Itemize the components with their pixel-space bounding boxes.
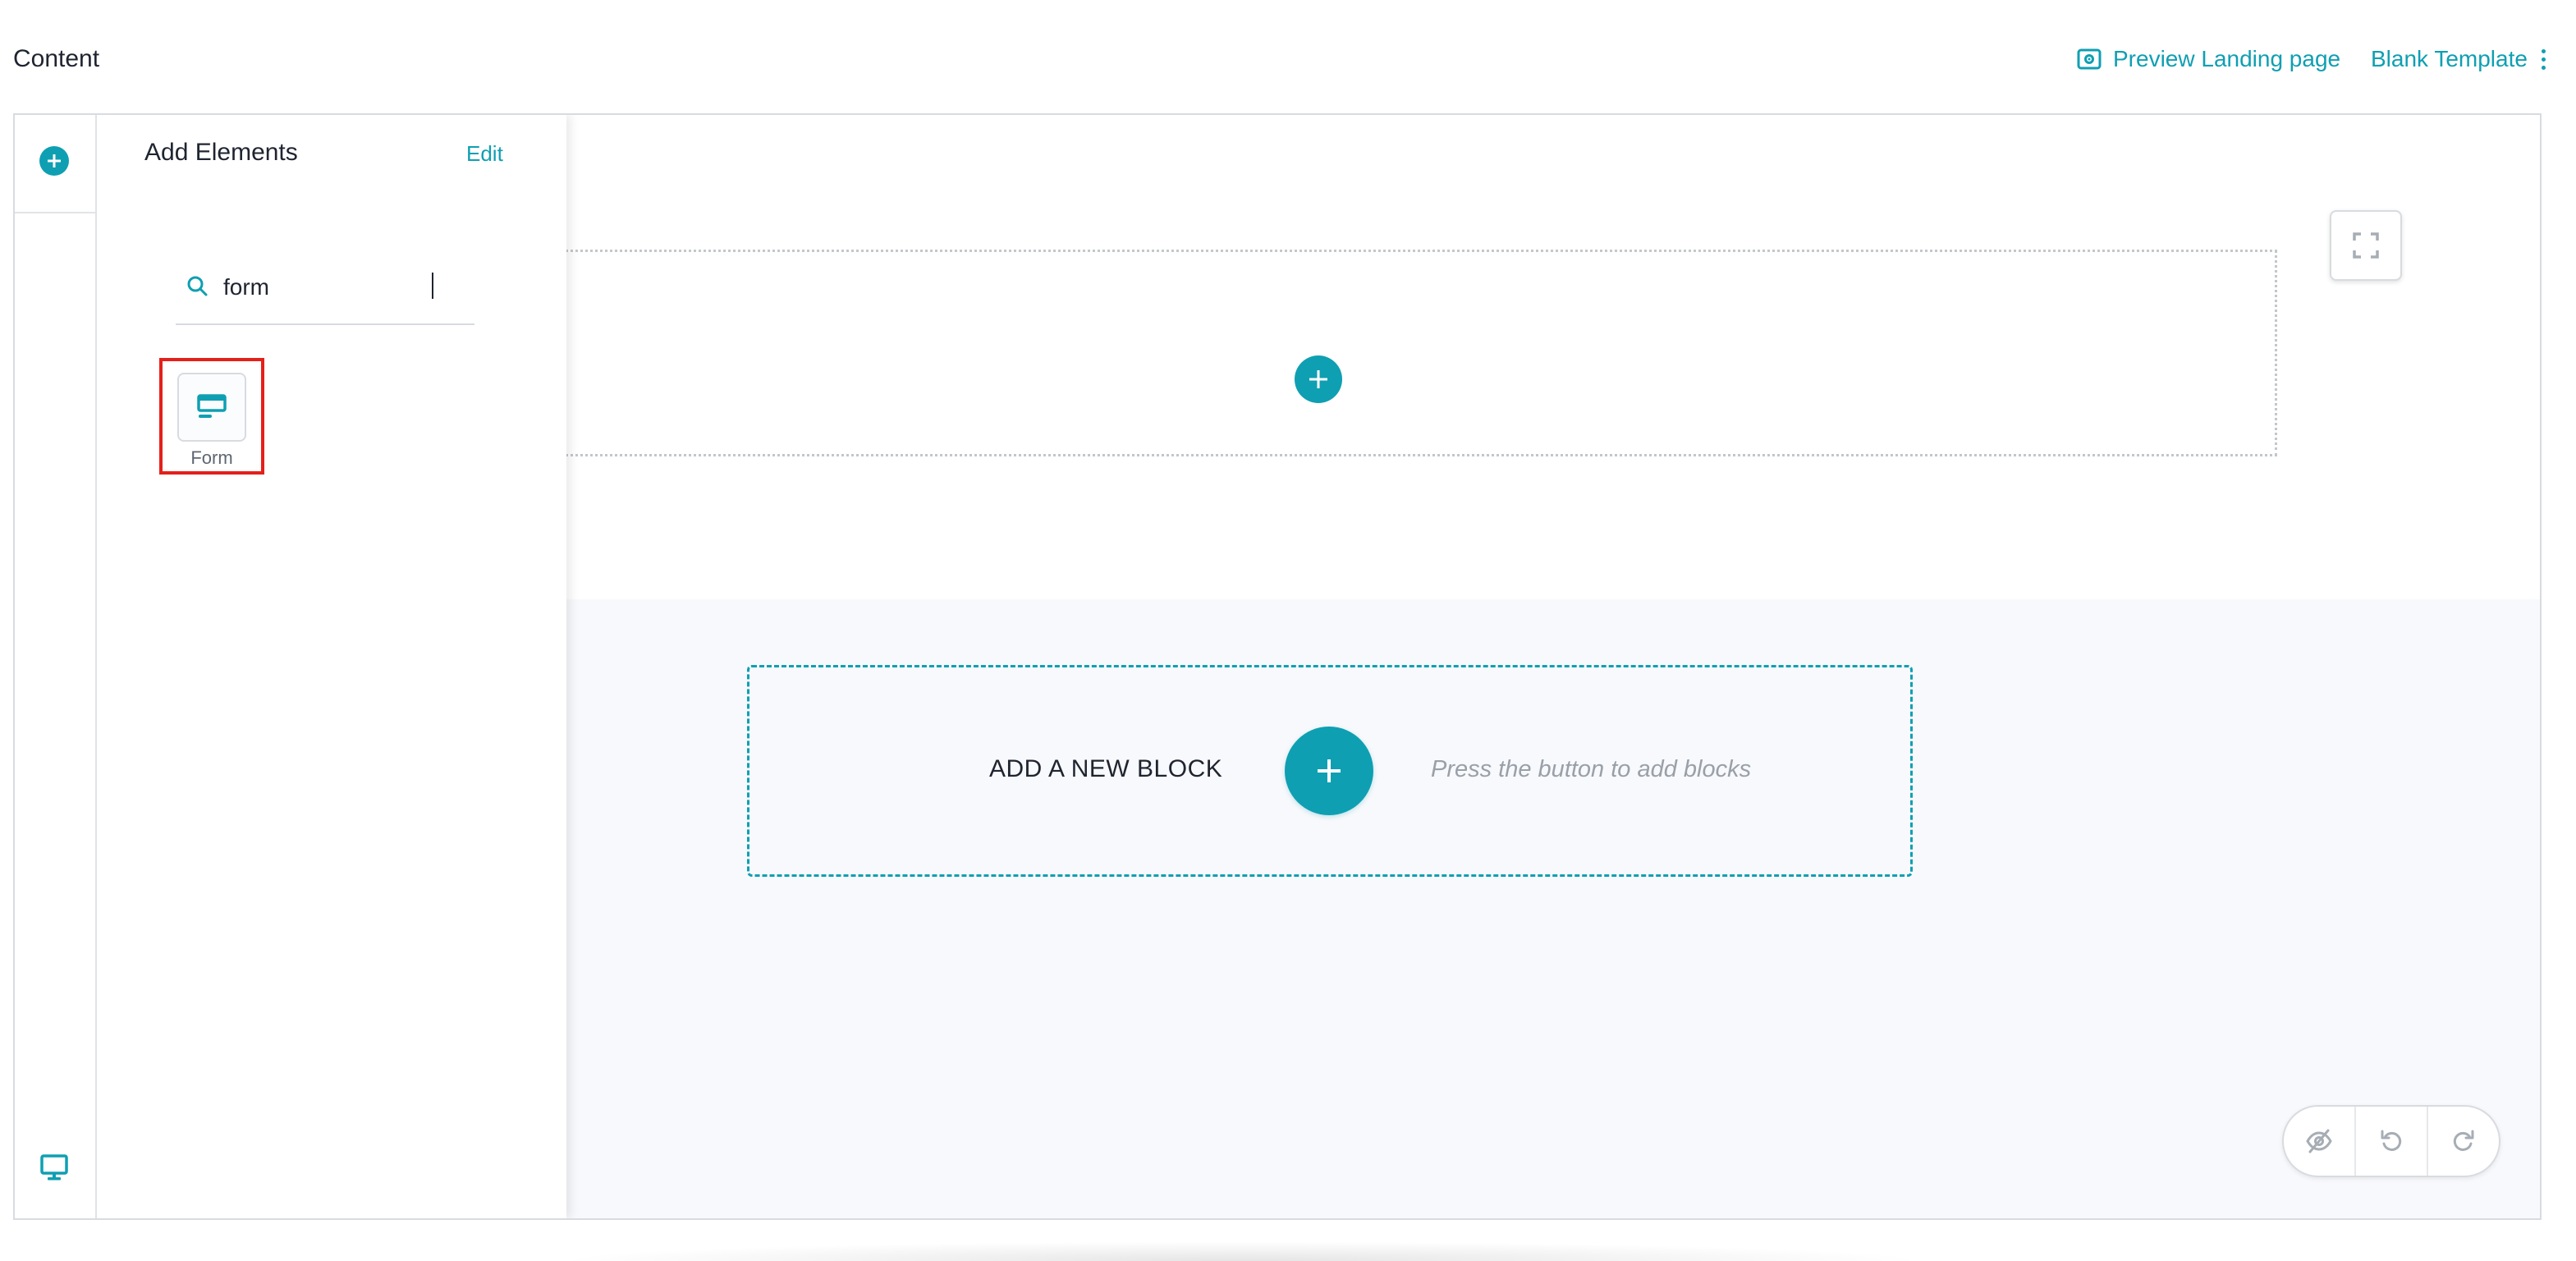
eye-slash-icon (2306, 1129, 2332, 1153)
element-form-label: Form (190, 447, 233, 468)
top-section (550, 115, 2540, 599)
add-new-block-button[interactable] (1285, 727, 1373, 815)
rail-divider (15, 212, 95, 213)
editor-frame: Add Elements Edit Form (13, 113, 2542, 1220)
form-icon-box (177, 373, 246, 442)
more-options-icon[interactable] (2535, 43, 2551, 76)
plus-icon (48, 154, 61, 167)
search-icon (186, 274, 210, 299)
add-new-block-zone: ADD A NEW BLOCK Press the button to add … (747, 665, 1913, 877)
search-input[interactable] (223, 269, 461, 305)
undo-icon (2381, 1130, 2402, 1151)
element-form[interactable]: Form (159, 358, 264, 475)
blank-template-link[interactable]: Blank Template (2371, 43, 2528, 76)
panel-title: Add Elements (144, 139, 298, 166)
page-title: Content (13, 45, 100, 72)
fullscreen-button[interactable] (2330, 210, 2402, 281)
text-caret (432, 273, 433, 299)
add-elements-panel: Add Elements Edit Form (97, 115, 566, 1218)
add-element-to-block-button[interactable] (1295, 355, 1342, 403)
icon-rail (15, 115, 97, 1218)
redo-icon (2453, 1130, 2474, 1151)
plus-icon (1309, 370, 1327, 388)
edit-button[interactable]: Edit (466, 140, 503, 167)
top-partial-bar (2282, 0, 2545, 3)
desktop-icon (40, 1154, 68, 1181)
add-elements-rail-button[interactable] (39, 146, 69, 176)
desktop-view-button[interactable] (38, 1151, 71, 1184)
undo-button[interactable] (2354, 1107, 2427, 1176)
search-box (176, 263, 474, 325)
eye-icon (2077, 48, 2102, 70)
redo-button[interactable] (2427, 1107, 2499, 1176)
preview-landing-page-link[interactable]: Preview Landing page (2077, 43, 2340, 76)
page-bottom-shadow (552, 1241, 1931, 1261)
add-new-block-label: ADD A NEW BLOCK (989, 755, 1223, 782)
bottom-section: ADD A NEW BLOCK Press the button to add … (566, 599, 2540, 1218)
page-canvas: ADD A NEW BLOCK Press the button to add … (550, 115, 2540, 1218)
empty-block-placeholder (550, 250, 2277, 456)
blank-template-label: Blank Template (2371, 46, 2528, 71)
form-icon (197, 394, 227, 418)
plus-icon (1318, 759, 1341, 782)
toggle-visibility-button[interactable] (2284, 1107, 2354, 1176)
fullscreen-icon (2353, 232, 2379, 259)
preview-landing-page-label: Preview Landing page (2113, 46, 2341, 71)
add-new-block-hint: Press the button to add blocks (1431, 756, 1752, 782)
history-toolbar (2282, 1105, 2500, 1177)
